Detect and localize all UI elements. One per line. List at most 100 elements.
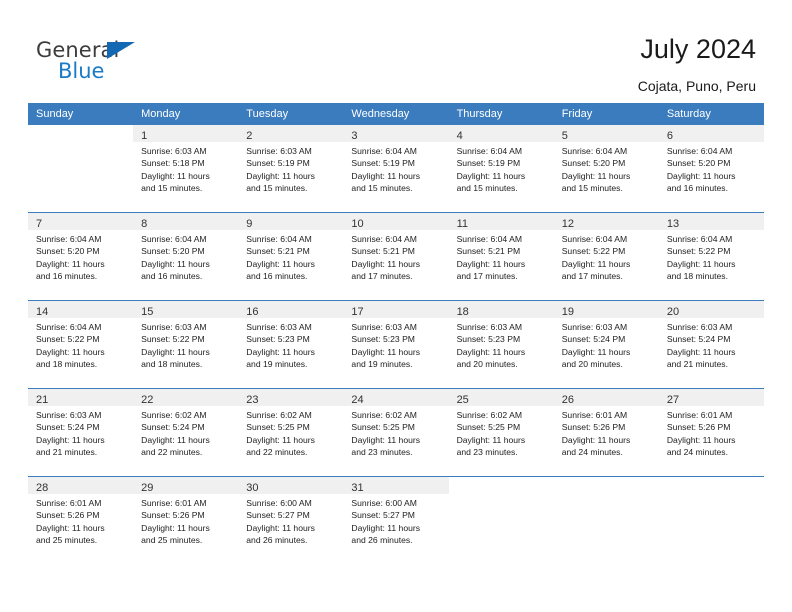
day-cell-17[interactable]: 17 Sunrise: 6:03 AM Sunset: 5:23 PM Dayligh… — [343, 300, 449, 388]
day-details: Sunrise: 6:04 AM Sunset: 5:22 PM Daylight:… — [659, 230, 764, 283]
day-cell-23[interactable]: 23 Sunrise: 6:02 AM Sunset: 5:25 PM Dayligh… — [238, 388, 344, 476]
sunrise-text: Sunrise: 6:03 AM — [36, 410, 102, 420]
day-cell-25[interactable]: 25 Sunrise: 6:02 AM Sunset: 5:25 PM Dayligh… — [448, 388, 554, 476]
day-cell-18[interactable]: 18 Sunrise: 6:03 AM Sunset: 5:23 PM Dayligh… — [448, 300, 554, 388]
day-number-bar: 17 — [343, 301, 449, 318]
day-cell-14[interactable]: 14 Sunrise: 6:04 AM Sunset: 5:22 PM Dayligh… — [28, 300, 134, 388]
sunset-text: Sunset: 5:24 PM — [141, 422, 205, 433]
day-number-bar: 2 — [238, 125, 344, 142]
day-number-bar — [659, 477, 764, 494]
day-cell-20[interactable]: 20 Sunrise: 6:03 AM Sunset: 5:24 PM Dayligh… — [658, 300, 764, 388]
sunset-text: Sunset: 5:22 PM — [141, 334, 205, 345]
day-number-bar: 7 — [28, 213, 134, 230]
day-details: Sunrise: 6:04 AM Sunset: 5:20 PM Daylight:… — [28, 230, 133, 283]
logo-triangle-icon — [107, 42, 135, 59]
calendar-cell: 3 Sunrise: 6:04 AM Sunset: 5:19 PM Daylight… — [343, 124, 449, 212]
sunrise-text: Sunrise: 6:04 AM — [456, 234, 523, 244]
calendar-cell: 1 Sunrise: 6:03 AM Sunset: 5:18 PM Daylight… — [133, 124, 239, 212]
day-details: Sunrise: 6:04 AM Sunset: 5:21 PM Daylight:… — [449, 230, 554, 283]
sunset-text: Sunset: 5:24 PM — [561, 334, 626, 345]
daylight-text-line2: and 15 minutes. — [456, 183, 518, 194]
daylight-text-line2: and 23 minutes. — [456, 447, 518, 458]
sunset-text: Sunset: 5:26 PM — [36, 510, 100, 521]
calendar-cell: 8 Sunrise: 6:04 AM Sunset: 5:20 PM Daylight… — [133, 212, 239, 300]
day-number: 10 — [351, 218, 364, 230]
day-details: Sunrise: 6:02 AM Sunset: 5:25 PM Daylight:… — [449, 406, 554, 459]
day-cell-13[interactable]: 13 Sunrise: 6:04 AM Sunset: 5:22 PM Dayligh… — [658, 212, 764, 300]
daylight-text-line1: Daylight: 11 hours — [36, 522, 105, 533]
day-cell-6[interactable]: 6 Sunrise: 6:04 AM Sunset: 5:20 PM Daylight… — [658, 124, 764, 212]
day-cell-4[interactable]: 4 Sunrise: 6:04 AM Sunset: 5:19 PM Daylight… — [448, 124, 554, 212]
calendar-cell: 14 Sunrise: 6:04 AM Sunset: 5:22 PM Dayligh… — [28, 300, 134, 388]
daylight-text-line1: Daylight: 11 hours — [666, 434, 736, 445]
day-cell-19[interactable]: 19 Sunrise: 6:03 AM Sunset: 5:24 PM Dayligh… — [553, 300, 659, 388]
calendar-cell: 7 Sunrise: 6:04 AM Sunset: 5:20 PM Daylight… — [28, 212, 134, 300]
daylight-text-line2: and 24 minutes. — [561, 447, 623, 458]
day-cell-15[interactable]: 15 Sunrise: 6:03 AM Sunset: 5:22 PM Dayligh… — [133, 300, 239, 388]
day-number: 5 — [561, 130, 568, 142]
day-details: Sunrise: 6:03 AM Sunset: 5:22 PM Daylight:… — [133, 318, 238, 371]
weekday-header-friday: Friday — [553, 103, 659, 124]
day-details: Sunrise: 6:02 AM Sunset: 5:24 PM Daylight:… — [133, 406, 238, 459]
sunset-text: Sunset: 5:27 PM — [246, 510, 310, 521]
calendar-table: Sunday Monday Tuesday Wednesday Thursday Frid… — [28, 103, 764, 564]
calendar-cell: 6 Sunrise: 6:04 AM Sunset: 5:20 PM Daylight… — [658, 124, 764, 212]
day-number-bar: 5 — [553, 125, 659, 142]
day-number-bar — [554, 477, 659, 494]
general-blue-logo[interactable]: General Blue — [36, 38, 216, 90]
day-cell-12[interactable]: 12 Sunrise: 6:04 AM Sunset: 5:22 PM Dayligh… — [553, 212, 659, 300]
day-number-bar: 27 — [658, 389, 764, 406]
day-number: 11 — [456, 218, 468, 230]
day-cell-empty — [658, 476, 764, 564]
weekday-header-sunday: Sunday — [28, 103, 134, 124]
day-cell-2[interactable]: 2 Sunrise: 6:03 AM Sunset: 5:19 PM Daylight… — [238, 124, 344, 212]
day-cell-29[interactable]: 29 Sunrise: 6:01 AM Sunset: 5:26 PM Dayligh… — [133, 476, 239, 564]
sunset-text: Sunset: 5:21 PM — [246, 246, 310, 257]
day-cell-1[interactable]: 1 Sunrise: 6:03 AM Sunset: 5:18 PM Daylight… — [133, 124, 239, 212]
day-number-bar — [28, 125, 133, 142]
day-cell-24[interactable]: 24 Sunrise: 6:02 AM Sunset: 5:25 PM Dayligh… — [343, 388, 449, 476]
day-cell-30[interactable]: 30 Sunrise: 6:00 AM Sunset: 5:27 PM Dayligh… — [238, 476, 344, 564]
daylight-text-line1: Daylight: 11 hours — [456, 434, 526, 445]
daylight-text-line1: Daylight: 11 hours — [36, 258, 105, 269]
day-cell-31[interactable]: 31 Sunrise: 6:00 AM Sunset: 5:27 PM Dayligh… — [343, 476, 449, 564]
sunrise-text: Sunrise: 6:04 AM — [36, 234, 102, 244]
day-details: Sunrise: 6:00 AM Sunset: 5:27 PM Daylight:… — [343, 494, 448, 547]
calendar-cell: 26 Sunrise: 6:01 AM Sunset: 5:26 PM Dayligh… — [553, 388, 659, 476]
calendar-cell: 25 Sunrise: 6:02 AM Sunset: 5:25 PM Dayligh… — [448, 388, 554, 476]
day-cell-5[interactable]: 5 Sunrise: 6:04 AM Sunset: 5:20 PM Daylight… — [553, 124, 659, 212]
day-number: 7 — [36, 218, 43, 230]
day-details: Sunrise: 6:03 AM Sunset: 5:24 PM Daylight:… — [28, 406, 133, 459]
day-cell-8[interactable]: 8 Sunrise: 6:04 AM Sunset: 5:20 PM Daylight… — [133, 212, 239, 300]
day-cell-22[interactable]: 22 Sunrise: 6:02 AM Sunset: 5:24 PM Dayligh… — [133, 388, 239, 476]
day-cell-26[interactable]: 26 Sunrise: 6:01 AM Sunset: 5:26 PM Dayligh… — [553, 388, 659, 476]
day-cell-27[interactable]: 27 Sunrise: 6:01 AM Sunset: 5:26 PM Dayligh… — [658, 388, 764, 476]
day-details: Sunrise: 6:04 AM Sunset: 5:19 PM Daylight:… — [449, 142, 554, 195]
daylight-text-line2: and 22 minutes. — [246, 447, 308, 458]
sunrise-text: Sunrise: 6:01 AM — [561, 410, 628, 420]
sunrise-text: Sunrise: 6:00 AM — [351, 498, 417, 508]
calendar-cell: 18 Sunrise: 6:03 AM Sunset: 5:23 PM Dayligh… — [448, 300, 554, 388]
daylight-text-line1: Daylight: 11 hours — [141, 170, 210, 181]
day-details: Sunrise: 6:03 AM Sunset: 5:23 PM Daylight:… — [449, 318, 554, 371]
day-cell-28[interactable]: 28 Sunrise: 6:01 AM Sunset: 5:26 PM Dayligh… — [28, 476, 134, 564]
daylight-text-line2: and 21 minutes. — [666, 359, 728, 370]
sunset-text: Sunset: 5:19 PM — [456, 158, 521, 169]
sunrise-text: Sunrise: 6:03 AM — [351, 322, 417, 332]
day-cell-9[interactable]: 9 Sunrise: 6:04 AM Sunset: 5:21 PM Daylight… — [238, 212, 344, 300]
day-details: Sunrise: 6:00 AM Sunset: 5:27 PM Daylight:… — [238, 494, 343, 547]
day-cell-10[interactable]: 10 Sunrise: 6:04 AM Sunset: 5:21 PM Dayligh… — [343, 212, 449, 300]
sunrise-text: Sunrise: 6:04 AM — [561, 146, 628, 156]
day-number-bar: 21 — [28, 389, 134, 406]
daylight-text-line2: and 20 minutes. — [561, 359, 623, 370]
sunrise-text: Sunrise: 6:01 AM — [141, 498, 207, 508]
day-cell-7[interactable]: 7 Sunrise: 6:04 AM Sunset: 5:20 PM Daylight… — [28, 212, 134, 300]
daylight-text-line2: and 18 minutes. — [141, 359, 203, 370]
day-cell-11[interactable]: 11 Sunrise: 6:04 AM Sunset: 5:21 PM Dayligh… — [448, 212, 554, 300]
day-cell-21[interactable]: 21 Sunrise: 6:03 AM Sunset: 5:24 PM Dayligh… — [28, 388, 134, 476]
day-cell-3[interactable]: 3 Sunrise: 6:04 AM Sunset: 5:19 PM Daylight… — [343, 124, 449, 212]
calendar-cell: 16 Sunrise: 6:03 AM Sunset: 5:23 PM Dayligh… — [238, 300, 344, 388]
calendar-cell: 11 Sunrise: 6:04 AM Sunset: 5:21 PM Dayligh… — [448, 212, 554, 300]
day-cell-16[interactable]: 16 Sunrise: 6:03 AM Sunset: 5:23 PM Dayligh… — [238, 300, 344, 388]
day-details: Sunrise: 6:01 AM Sunset: 5:26 PM Daylight:… — [28, 494, 133, 547]
